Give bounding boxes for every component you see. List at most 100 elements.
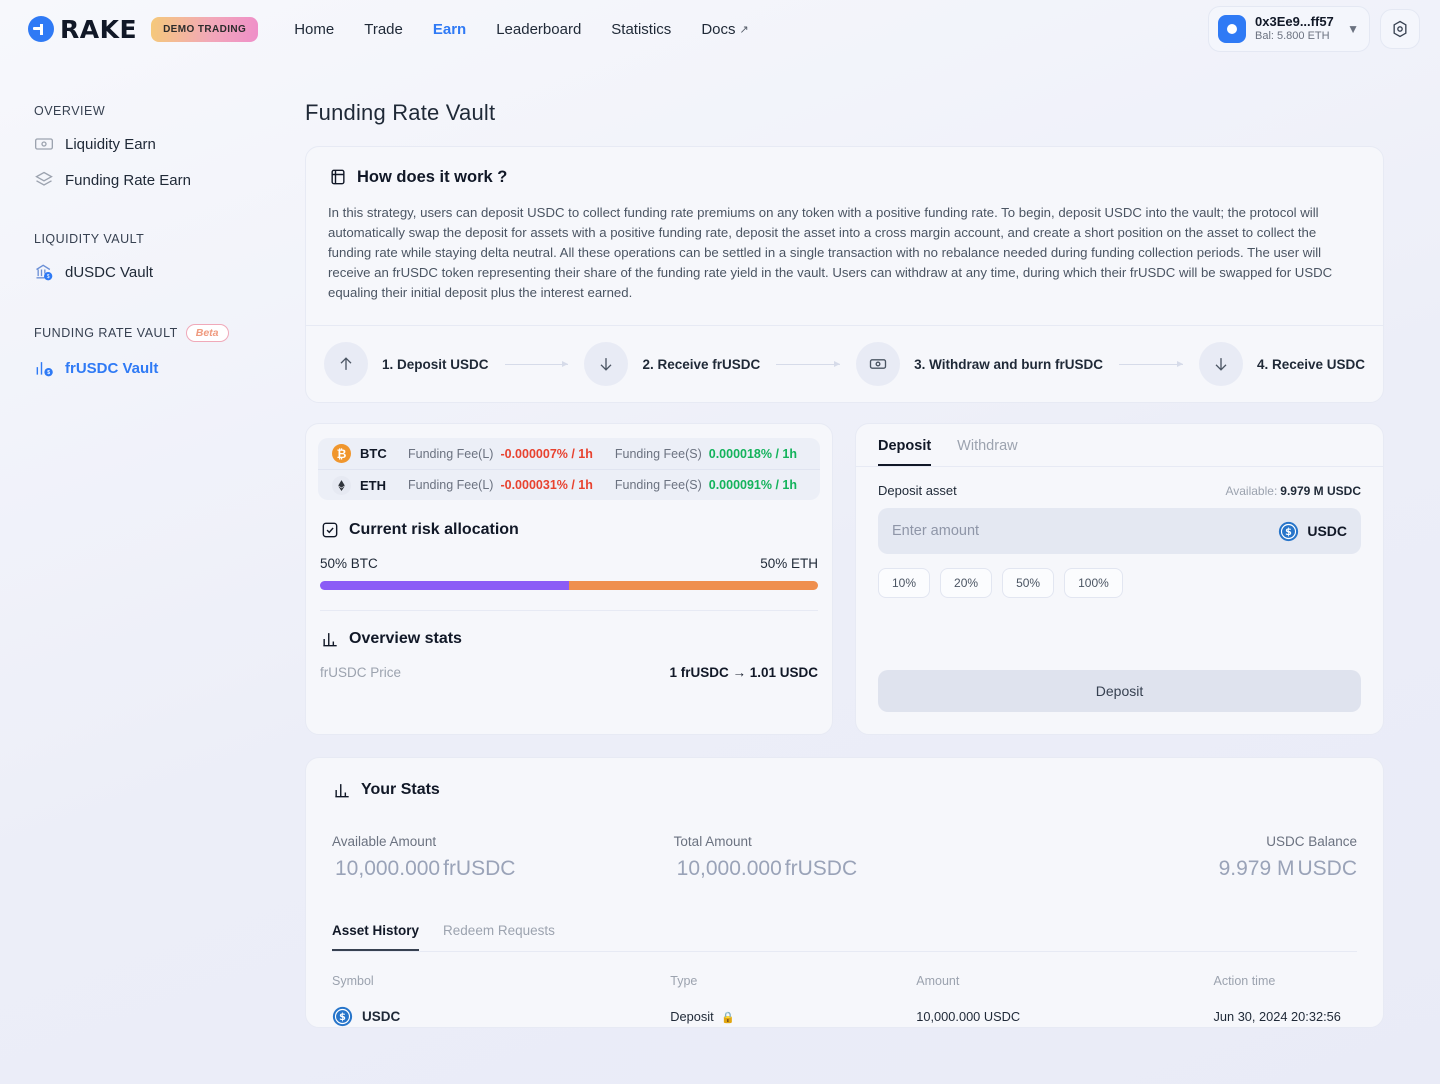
asset-history-table: Symbol Type Amount Action time $ USDC De… xyxy=(332,952,1357,1027)
gear-icon xyxy=(1393,20,1407,38)
sidebar-item-funding-rate-earn[interactable]: Funding Rate Earn xyxy=(34,170,305,190)
funding-fee-short-value: 0.000018% / 1h xyxy=(708,446,798,461)
available-label: Available: xyxy=(1225,484,1278,498)
chart-coin-icon: $ xyxy=(36,362,53,377)
sidebar-item-label: frUSDC Vault xyxy=(65,359,159,377)
metric-value: 9.979 M USDC xyxy=(1015,857,1357,881)
funding-fee-row-btc: ₿ BTC Funding Fee(L) -0.000007% / 1h Fun… xyxy=(318,438,820,469)
tab-withdraw[interactable]: Withdraw xyxy=(957,438,1017,466)
nav-link-home[interactable]: Home xyxy=(294,21,334,38)
chevron-down-icon: ▼ xyxy=(1347,22,1359,36)
funding-fee-row-eth: ETH Funding Fee(L) -0.000031% / 1h Fundi… xyxy=(318,469,820,500)
page-title: Funding Rate Vault xyxy=(305,100,496,125)
metric-number: 10,000.000 xyxy=(676,857,782,880)
risk-allocation-header: Current risk allocation xyxy=(320,520,818,540)
brand-logo[interactable]: RAKE xyxy=(28,15,137,44)
nav-link-leaderboard[interactable]: Leaderboard xyxy=(496,21,581,38)
column-header-symbol: Symbol xyxy=(332,974,374,988)
step-connector-arrow xyxy=(1119,360,1183,367)
allocation-bar xyxy=(320,581,818,590)
sidebar-item-frusdc-vault[interactable]: $ frUSDC Vault xyxy=(34,358,305,378)
svg-text:$: $ xyxy=(339,1012,346,1023)
sidebar-group-funding-rate-vault-header: FUNDING RATE VAULT Beta xyxy=(34,324,305,342)
table-header-row: Symbol Type Amount Action time xyxy=(332,952,1357,988)
banknote-icon xyxy=(35,138,53,150)
sidebar-item-liquidity-earn[interactable]: Liquidity Earn xyxy=(34,134,305,154)
book-icon xyxy=(331,169,345,185)
how-it-works-steps: 1. Deposit USDC 2. Receive frUSDC 3. Wit… xyxy=(306,325,1383,402)
sidebar-group-title: FUNDING RATE VAULT xyxy=(34,326,178,340)
step-label: 3. Withdraw and burn frUSDC xyxy=(914,356,1104,372)
nav-link-earn[interactable]: Earn xyxy=(433,21,466,38)
usdc-icon: $ xyxy=(1279,521,1299,541)
main-content: Funding Rate Vault How does it work ? In… xyxy=(305,58,1440,1028)
funding-fee-long-label: Funding Fee(L) xyxy=(408,446,494,461)
settings-button[interactable] xyxy=(1380,9,1420,49)
tab-deposit[interactable]: Deposit xyxy=(878,438,932,466)
eth-icon xyxy=(332,475,351,495)
row-symbol: USDC xyxy=(362,1009,401,1024)
layers-icon xyxy=(35,171,53,186)
funding-fee-table: ₿ BTC Funding Fee(L) -0.000007% / 1h Fun… xyxy=(318,438,820,500)
percent-button-100[interactable]: 100% xyxy=(1064,568,1123,598)
metric-label: Total Amount xyxy=(673,834,752,849)
percent-button-10[interactable]: 10% xyxy=(878,568,931,598)
metric-available-amount: Available Amount 10,000.000 frUSDC xyxy=(332,834,674,881)
chart-icon xyxy=(323,633,337,647)
table-row: $ USDC Deposit 🔒 10,000.000 USDC Jun 30,… xyxy=(332,988,1357,1027)
amount-input[interactable] xyxy=(892,523,1279,539)
deposit-asset-label: Deposit asset xyxy=(878,483,957,498)
row-type: Deposit xyxy=(670,1009,714,1024)
lock-icon: 🔒 xyxy=(721,1012,735,1024)
deposit-submit-button[interactable]: Deposit xyxy=(878,670,1361,712)
btc-icon: ₿ xyxy=(332,444,351,463)
step-4: 4. Receive USDC xyxy=(1198,342,1365,386)
sidebar-group-title: LIQUIDITY VAULT xyxy=(34,232,145,246)
step-label: 2. Receive frUSDC xyxy=(642,356,761,372)
sidebar-item-label: Liquidity Earn xyxy=(65,135,156,153)
sidebar: OVERVIEW Liquidity Earn Funding Rate Ear… xyxy=(0,58,305,1028)
overview-stat-row: frUSDC Price 1 frUSDC → 1.01 USDC xyxy=(320,665,818,700)
funding-fee-long-value: -0.000007% / 1h xyxy=(500,446,593,461)
metric-unit: USDC xyxy=(1297,857,1358,880)
nav-link-docs[interactable]: Docs ↗ xyxy=(701,21,748,38)
tab-asset-history[interactable]: Asset History xyxy=(332,923,420,951)
external-link-icon: ↗ xyxy=(739,23,749,36)
metric-unit: frUSDC xyxy=(443,857,516,880)
cell-amount: 10,000.000 USDC xyxy=(916,1009,1021,1024)
allocation-bar-btc xyxy=(320,581,569,590)
top-bar-right: 0x3Ee9...ff57 Bal: 5.800 ETH ▼ xyxy=(1208,6,1420,52)
tab-redeem-requests[interactable]: Redeem Requests xyxy=(443,923,555,951)
nav-link-statistics[interactable]: Statistics xyxy=(611,21,671,38)
svg-text:$: $ xyxy=(47,274,50,280)
asset-selector[interactable]: $ USDC xyxy=(1278,521,1347,542)
percent-button-20[interactable]: 20% xyxy=(940,568,993,598)
wallet-avatar-icon xyxy=(1218,15,1246,43)
overview-stats-section: Overview stats frUSDC Price 1 frUSDC → 1… xyxy=(306,611,832,700)
metric-number: 10,000.000 xyxy=(335,857,441,880)
step-3: 3. Withdraw and burn frUSDC xyxy=(856,342,1103,386)
metric-unit: frUSDC xyxy=(784,857,858,880)
metric-value: 10,000.000 frUSDC xyxy=(332,857,674,881)
column-header-action-time: Action time xyxy=(1213,974,1276,988)
amount-input-wrapper[interactable]: $ USDC xyxy=(878,508,1361,554)
step-connector-arrow xyxy=(776,360,841,367)
sidebar-item-label: Funding Rate Earn xyxy=(65,171,191,189)
how-it-works-card: How does it work ? In this strategy, use… xyxy=(305,146,1384,403)
svg-text:$: $ xyxy=(1285,527,1292,538)
your-stats-header: Your Stats xyxy=(332,780,1357,800)
bank-coin-icon: $ xyxy=(36,264,53,281)
wallet-chip[interactable]: 0x3Ee9...ff57 Bal: 5.800 ETH ▼ xyxy=(1208,6,1370,52)
nav-link-docs-label: Docs xyxy=(701,20,736,38)
metric-total-amount: Total Amount 10,000.000 frUSDC xyxy=(674,834,1016,881)
sidebar-item-dusdc-vault[interactable]: $ dUSDC Vault xyxy=(34,262,305,282)
wallet-address: 0x3Ee9...ff57 xyxy=(1255,14,1334,29)
metric-label: Available Amount xyxy=(332,834,437,849)
percent-buttons: 10% 20% 50% 100% xyxy=(878,568,1361,598)
risk-allocation-title: Current risk allocation xyxy=(349,521,519,538)
middle-section: ₿ BTC Funding Fee(L) -0.000007% / 1h Fun… xyxy=(305,423,1384,735)
metric-number: 9.979 M xyxy=(1218,857,1295,880)
your-stats-card: Your Stats Available Amount 10,000.000 fr… xyxy=(305,757,1384,1028)
nav-link-trade[interactable]: Trade xyxy=(364,21,403,38)
percent-button-50[interactable]: 50% xyxy=(1002,568,1055,598)
